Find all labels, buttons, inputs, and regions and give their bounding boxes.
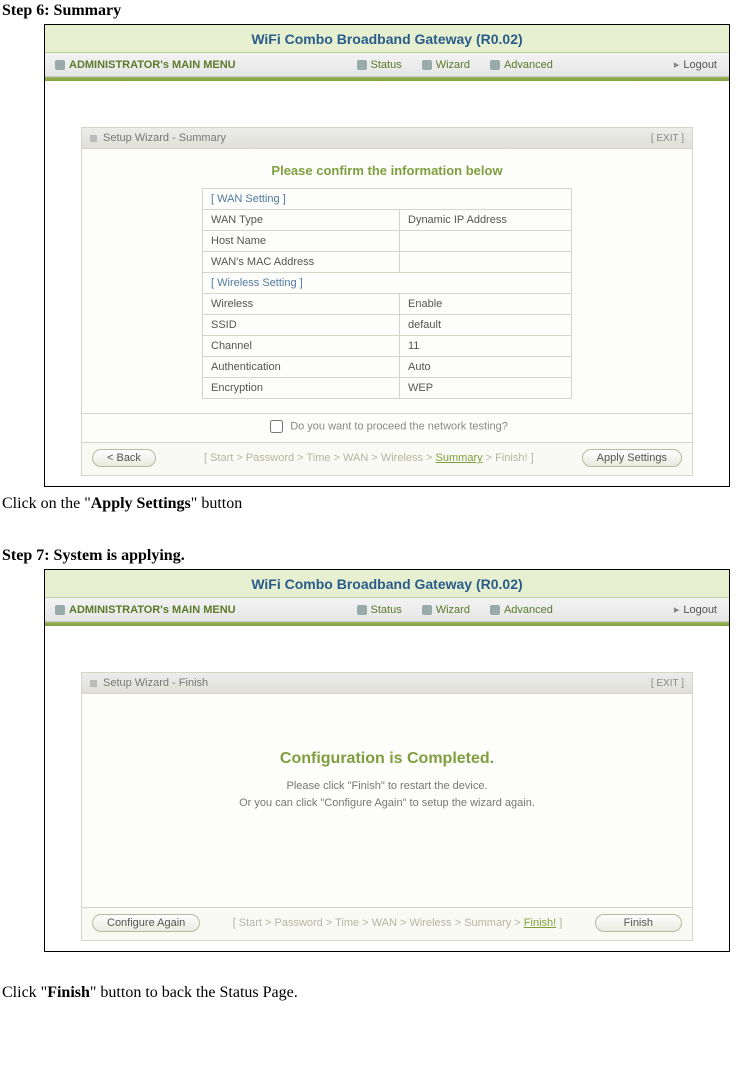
menu-advanced-label: Advanced [504, 59, 553, 71]
table-row: WirelessEnable [203, 294, 572, 315]
menu-main-text: ADMINISTRATOR's MAIN MENU [69, 59, 236, 71]
menu-icon [55, 60, 65, 70]
step6-heading: Step 6: Summary [2, 2, 736, 20]
config-complete-heading: Configuration is Completed. [82, 694, 692, 778]
panel-footer: Configure Again [ Start > Password > Tim… [82, 907, 692, 940]
menu-status[interactable]: Status [347, 53, 412, 76]
menu-wizard[interactable]: Wizard [412, 598, 480, 621]
menu-logout-label: Logout [683, 604, 717, 616]
finish-button[interactable]: Finish [595, 914, 682, 932]
wizard-breadcrumbs: [ Start > Password > Time > WAN > Wirele… [156, 452, 582, 464]
configure-again-button[interactable]: Configure Again [92, 914, 200, 932]
table-row: WAN's MAC Address [203, 252, 572, 273]
proceed-row: Do you want to proceed the network testi… [82, 413, 692, 442]
menu-logout[interactable]: ▸ Logout [664, 53, 729, 76]
panel-title: Setup Wizard - Finish [103, 677, 208, 689]
proceed-checkbox[interactable] [270, 420, 283, 433]
table-row: SSIDdefault [203, 315, 572, 336]
step6-instruction: Click on the "Apply Settings" button [2, 495, 736, 513]
advanced-icon [490, 60, 500, 70]
menu-main-text: ADMINISTRATOR's MAIN MENU [69, 604, 236, 616]
product-title: WiFi Combo Broadband Gateway (R0.02) [45, 570, 729, 598]
step7-instruction: Click "Finish" button to back the Status… [2, 984, 736, 1002]
config-complete-sub: Please click "Finish" to restart the dev… [82, 778, 692, 907]
step6-screenshot: WiFi Combo Broadband Gateway (R0.02) ADM… [44, 24, 730, 487]
main-menu-bar: ADMINISTRATOR's MAIN MENU Status Wizard … [45, 598, 729, 622]
exit-link[interactable]: [ EXIT ] [651, 133, 684, 144]
step7-heading: Step 7: System is applying. [2, 547, 736, 565]
table-row: Host Name [203, 231, 572, 252]
apply-settings-button[interactable]: Apply Settings [582, 449, 682, 467]
menu-logout-label: Logout [683, 59, 717, 71]
status-icon [357, 605, 367, 615]
wizard-breadcrumbs: [ Start > Password > Time > WAN > Wirele… [200, 917, 594, 929]
status-icon [357, 60, 367, 70]
menu-icon [55, 605, 65, 615]
product-title: WiFi Combo Broadband Gateway (R0.02) [45, 25, 729, 53]
panel-icon [90, 680, 97, 687]
menu-main-label: ADMINISTRATOR's MAIN MENU [45, 598, 246, 621]
wizard-icon [422, 605, 432, 615]
menu-advanced-label: Advanced [504, 604, 553, 616]
panel-icon [90, 135, 97, 142]
main-menu-bar: ADMINISTRATOR's MAIN MENU Status Wizard … [45, 53, 729, 77]
step7-screenshot: WiFi Combo Broadband Gateway (R0.02) ADM… [44, 569, 730, 952]
menu-wizard-label: Wizard [436, 59, 470, 71]
menu-main-label: ADMINISTRATOR's MAIN MENU [45, 53, 246, 76]
summary-panel: Setup Wizard - Summary [ EXIT ] Please c… [81, 127, 693, 476]
confirm-heading: Please confirm the information below [82, 149, 692, 188]
summary-table: [ WAN Setting ] WAN TypeDynamic IP Addre… [202, 188, 572, 399]
wireless-section: [ Wireless Setting ] [203, 273, 572, 294]
menu-wizard-label: Wizard [436, 604, 470, 616]
menu-logout[interactable]: ▸ Logout [664, 598, 729, 621]
menu-advanced[interactable]: Advanced [480, 598, 563, 621]
exit-link[interactable]: [ EXIT ] [651, 678, 684, 689]
panel-footer: < Back [ Start > Password > Time > WAN >… [82, 442, 692, 475]
panel-title: Setup Wizard - Summary [103, 132, 226, 144]
menu-status-label: Status [371, 59, 402, 71]
wizard-icon [422, 60, 432, 70]
menu-advanced[interactable]: Advanced [480, 53, 563, 76]
back-button[interactable]: < Back [92, 449, 156, 467]
menu-status-label: Status [371, 604, 402, 616]
menu-status[interactable]: Status [347, 598, 412, 621]
menu-wizard[interactable]: Wizard [412, 53, 480, 76]
table-row: AuthenticationAuto [203, 357, 572, 378]
panel-header: Setup Wizard - Finish [ EXIT ] [82, 673, 692, 694]
table-row: Channel11 [203, 336, 572, 357]
finish-panel: Setup Wizard - Finish [ EXIT ] Configura… [81, 672, 693, 941]
table-row: WAN TypeDynamic IP Address [203, 210, 572, 231]
panel-header: Setup Wizard - Summary [ EXIT ] [82, 128, 692, 149]
wan-section: [ WAN Setting ] [203, 189, 572, 210]
advanced-icon [490, 605, 500, 615]
proceed-label: Do you want to proceed the network testi… [290, 420, 508, 432]
table-row: EncryptionWEP [203, 378, 572, 399]
